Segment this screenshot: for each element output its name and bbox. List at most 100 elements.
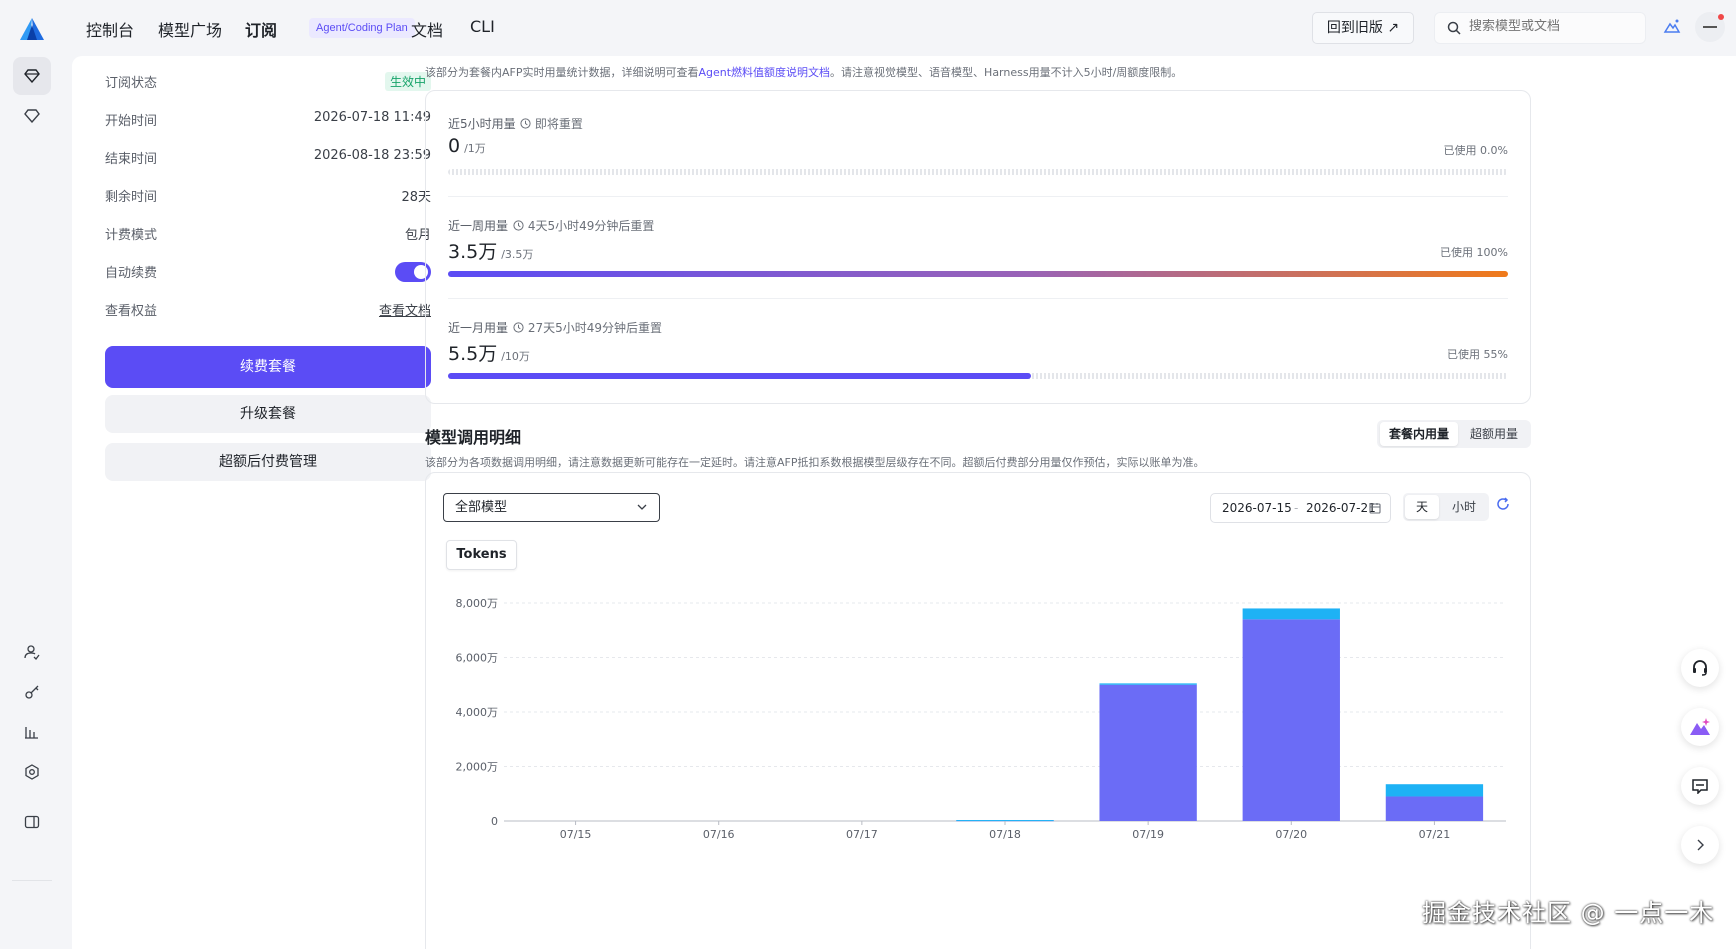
- date-start: 2026-07-15: [1222, 501, 1292, 515]
- y-tick-label: 6,000万: [456, 652, 499, 665]
- granularity-day[interactable]: 天: [1405, 495, 1439, 519]
- rail-subscription-button[interactable]: [13, 57, 51, 95]
- auto-renew-row: 自动续费: [105, 262, 431, 282]
- rail-key-button[interactable]: [13, 673, 51, 711]
- y-tick-label: 2,000万: [456, 761, 499, 774]
- diamond-icon: [24, 69, 40, 83]
- left-rail: [0, 56, 62, 949]
- usage-description: 该部分为套餐内AFP实时用量统计数据，详细说明可查看Agent燃料值额度说明文档…: [425, 64, 1182, 80]
- detail-description: 该部分为各项数据调用明细，请注意数据更新可能存在一定延时。请注意AFP抵扣系数根…: [425, 456, 1205, 469]
- token-usage-chart: 0 2,000万 4,000万 6,000万 8,000万 07/15 07/16 07/17…: [456, 597, 1506, 841]
- date-end: 2026-07-21: [1306, 501, 1376, 515]
- granularity-hour[interactable]: 小时: [1443, 495, 1485, 519]
- x-tick-label: 07/20: [1275, 828, 1307, 841]
- bar-07-19-series-1: [1099, 683, 1197, 685]
- clock-icon: [520, 118, 531, 129]
- support-button[interactable]: [1681, 649, 1719, 687]
- refresh-icon[interactable]: [1496, 497, 1510, 511]
- bar-07-20-series-1: [1242, 608, 1340, 620]
- expand-button[interactable]: [1681, 826, 1719, 864]
- rail-plan-button[interactable]: [13, 97, 51, 135]
- usage-month-amount: 5.5万: [448, 343, 498, 365]
- usage-5h-amount: 0: [448, 135, 461, 157]
- x-tick-label: 07/15: [560, 828, 592, 841]
- nav-subscription[interactable]: 订阅: [245, 17, 277, 41]
- model-select[interactable]: 全部模型: [443, 493, 660, 522]
- x-tick-label: 07/21: [1419, 828, 1451, 841]
- sidebar-collapse-icon: [24, 815, 40, 829]
- model-select-value: 全部模型: [455, 500, 508, 515]
- auto-renew-label: 自动续费: [105, 266, 158, 281]
- usage-card: 近5小时用量 即将重置 0/1万 已使用 0.0% 近一周用量 4天5小时49分…: [425, 90, 1531, 404]
- nav-cli[interactable]: CLI: [470, 17, 495, 36]
- nav-console[interactable]: 控制台: [86, 17, 134, 41]
- creative-assistant-button[interactable]: [1681, 708, 1719, 746]
- nav-docs[interactable]: 文档: [411, 17, 443, 41]
- overage-billing-button[interactable]: 超额后付费管理: [105, 443, 431, 481]
- granularity-tabs: 天 小时: [1403, 493, 1489, 521]
- clock-icon: [513, 220, 524, 231]
- x-tick-label: 07/16: [703, 828, 735, 841]
- rail-divider: [12, 880, 52, 881]
- usage-month-value: 5.5万/10万: [448, 339, 530, 366]
- upgrade-plan-button[interactable]: 升级套餐: [105, 395, 431, 433]
- tab-overage[interactable]: 超额用量: [1458, 422, 1530, 446]
- usage-5h-reset: 即将重置: [520, 115, 583, 132]
- rail-collapse-button[interactable]: [13, 803, 51, 841]
- usage-5h-limit: /1万: [464, 142, 486, 155]
- date-range-picker[interactable]: 2026-07-15 - 2026-07-21: [1210, 493, 1391, 523]
- usage-week-amount: 3.5万: [448, 241, 498, 263]
- start-time-label: 开始时间: [105, 114, 158, 129]
- creative-icon[interactable]: [1663, 17, 1681, 35]
- nav-model-square[interactable]: 模型广场: [158, 17, 222, 41]
- usage-5h-value: 0/1万: [448, 135, 486, 157]
- usage-month-progress: [448, 373, 1508, 379]
- rail-settings-button[interactable]: [13, 753, 51, 791]
- notification-dot: [1718, 14, 1724, 20]
- rail-user-button[interactable]: [13, 633, 51, 671]
- usage-divider: [448, 298, 1508, 299]
- brand-logo-icon[interactable]: [20, 18, 44, 40]
- headset-icon: [1693, 660, 1707, 676]
- mountain-sparkle-icon: [1690, 718, 1710, 735]
- message-icon: [1692, 779, 1708, 794]
- billing-mode-row: 计费模式 包月: [105, 224, 431, 244]
- usage-week-reset: 4天5小时49分钟后重置: [513, 217, 654, 234]
- metric-tab-tokens[interactable]: Tokens: [446, 540, 517, 570]
- subscription-status-row: 订阅状态 生效中: [105, 72, 431, 92]
- clock-icon: [513, 322, 524, 333]
- usage-month-progress-fill: [448, 373, 1031, 379]
- search-box[interactable]: [1434, 12, 1646, 44]
- watermark: 掘金技术社区 @ 一点一木: [1422, 899, 1715, 927]
- bar-07-21-series-1: [1385, 784, 1484, 797]
- plan-type-badge: Agent/Coding Plan: [309, 18, 415, 38]
- usage-week-value: 3.5万/3.5万: [448, 237, 533, 264]
- x-tick-label: 07/17: [846, 828, 878, 841]
- y-tick-label: 0: [491, 815, 498, 828]
- benefits-doc-link[interactable]: 查看文档: [379, 300, 431, 319]
- quota-doc-link[interactable]: Agent燃料值额度说明文档: [698, 66, 830, 79]
- rail-stats-button[interactable]: [13, 713, 51, 751]
- billing-mode-label: 计费模式: [105, 228, 158, 243]
- avatar[interactable]: [1695, 12, 1725, 42]
- calendar-icon: [1369, 503, 1381, 514]
- usage-week-limit: /3.5万: [501, 248, 534, 261]
- diamond-outline-icon: [24, 109, 40, 123]
- detail-section-title: 模型调用明细: [425, 428, 522, 447]
- usage-week-progress-fill: [448, 271, 1508, 277]
- renew-plan-button[interactable]: 续费套餐: [105, 346, 431, 388]
- x-tick-label: 07/19: [1132, 828, 1164, 841]
- end-time-row: 结束时间 2026-08-18 23:59: [105, 148, 431, 168]
- usage-month-percent: 已使用 55%: [1447, 348, 1508, 361]
- remaining-time-label: 剩余时间: [105, 190, 158, 205]
- remaining-time-row: 剩余时间 28天: [105, 186, 431, 206]
- start-time-value: 2026-07-18 11:49: [313, 110, 431, 125]
- search-input[interactable]: [1469, 19, 1639, 34]
- old-version-button[interactable]: 回到旧版 ↗: [1312, 12, 1414, 44]
- usage-week-percent: 已使用 100%: [1440, 246, 1508, 259]
- feedback-button[interactable]: [1681, 767, 1719, 805]
- bar-07-19-series-0: [1099, 684, 1197, 821]
- tab-in-plan[interactable]: 套餐内用量: [1380, 422, 1458, 446]
- minus-icon: [1703, 26, 1717, 28]
- usage-5h-reset-text: 即将重置: [534, 117, 583, 131]
